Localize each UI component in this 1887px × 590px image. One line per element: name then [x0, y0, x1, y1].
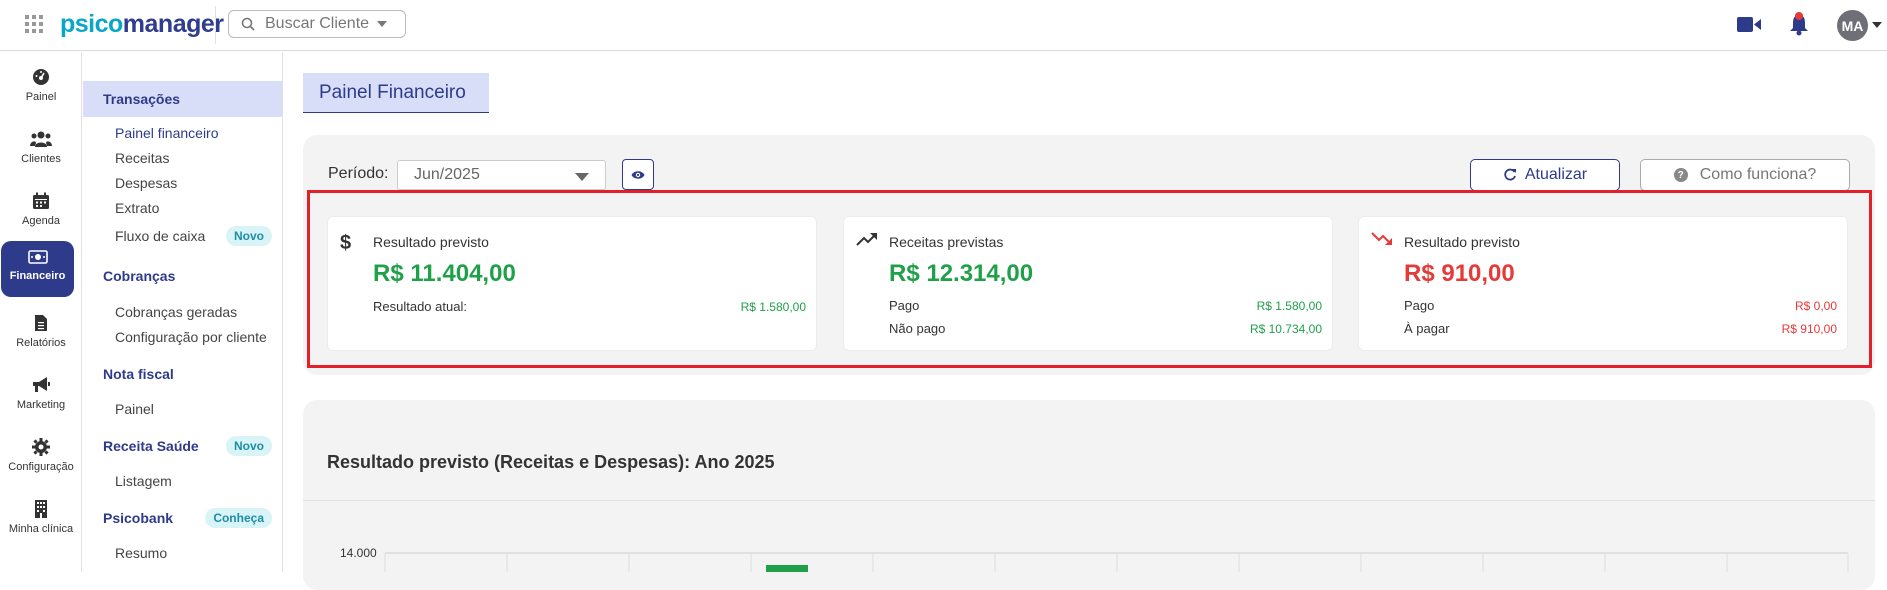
card-resultado-previsto-despesas: Resultado previsto R$ 910,00 Pago R$ 0,0… [1358, 216, 1848, 351]
card-resultado-previsto: $ Resultado previsto R$ 11.404,00 Result… [327, 216, 817, 351]
gear-icon [32, 438, 50, 456]
users-icon [30, 131, 52, 147]
conheca-badge: Conheça [205, 508, 272, 528]
money-icon [27, 250, 48, 264]
como-funciona-button[interactable]: ? Como funciona? [1640, 159, 1850, 191]
card-row-label: Resultado atual: [373, 299, 467, 314]
nav-agenda[interactable]: Agenda [0, 184, 82, 240]
novo-badge: Novo [226, 226, 272, 246]
financeiro-submenu: Transações Painel financeiro Receitas De… [83, 52, 283, 572]
chart-divider [303, 500, 1875, 501]
file-icon [35, 315, 47, 331]
refresh-icon [1504, 168, 1516, 181]
submenu-item-painel-financeiro[interactable]: Painel financeiro [115, 125, 219, 141]
user-avatar[interactable]: MA [1837, 10, 1868, 41]
card-row-label: À pagar [1404, 321, 1450, 336]
card-receitas-previstas: Receitas previstas R$ 12.314,00 Pago R$ … [843, 216, 1333, 351]
card-value: R$ 910,00 [1404, 260, 1515, 287]
video-camera-icon[interactable] [1737, 16, 1761, 33]
card-value: R$ 12.314,00 [889, 260, 1034, 287]
calendar-icon [33, 192, 49, 209]
card-title: Receitas previstas [889, 234, 1004, 250]
megaphone-icon [33, 377, 50, 392]
page-title: Painel Financeiro [303, 73, 489, 113]
submenu-item-cobrancas-geradas[interactable]: Cobranças geradas [115, 304, 237, 320]
card-row-value: R$ 1.580,00 [740, 300, 806, 314]
notification-bell-icon[interactable] [1788, 12, 1810, 36]
submenu-item-despesas[interactable]: Despesas [115, 175, 177, 191]
toggle-visibility-button[interactable] [622, 159, 654, 190]
atualizar-button[interactable]: Atualizar [1470, 159, 1620, 191]
search-icon [241, 17, 255, 31]
card-row-value: R$ 0,00 [1794, 299, 1837, 313]
search-placeholder: Buscar Cliente [265, 15, 370, 32]
card-row-value: R$ 1.580,00 [1256, 299, 1322, 313]
dashboard-icon [33, 69, 49, 85]
submenu-section-transacoes[interactable]: Transações [83, 81, 282, 117]
submenu-item-extrato[interactable]: Extrato [115, 200, 159, 216]
card-title: Resultado previsto [1404, 234, 1520, 250]
card-row-value: R$ 910,00 [1781, 322, 1837, 336]
apps-grid-icon[interactable] [25, 15, 43, 33]
logo-divider [215, 6, 216, 44]
trending-down-icon [1371, 232, 1392, 245]
submenu-item-resumo[interactable]: Resumo [115, 545, 167, 561]
submenu-item-fluxo-de-caixa[interactable]: Fluxo de caixa [115, 228, 205, 244]
chart-bar-top [766, 565, 808, 572]
nav-configuracao[interactable]: Configuração [0, 430, 82, 486]
search-client-dropdown[interactable]: Buscar Cliente [228, 10, 406, 38]
nav-financeiro[interactable]: Financeiro [1, 241, 74, 297]
grid-columns [384, 553, 1849, 572]
card-title: Resultado previsto [373, 234, 489, 250]
main-nav-rail: Painel Clientes Agenda Financeiro Relató… [0, 52, 82, 572]
submenu-item-config-por-cliente[interactable]: Configuração por cliente [115, 329, 267, 345]
card-value: R$ 11.404,00 [373, 260, 516, 287]
svg-text:$: $ [340, 232, 351, 253]
nav-relatorios[interactable]: Relatórios [0, 306, 82, 362]
chart-grid [384, 552, 1849, 572]
submenu-section-cobrancas[interactable]: Cobranças [83, 268, 282, 284]
building-icon [35, 500, 47, 518]
chevron-down-icon [377, 21, 388, 27]
periodo-select[interactable]: Jun/2025 [397, 160, 606, 190]
chevron-down-icon [575, 173, 589, 181]
avatar-chevron-down-icon[interactable] [1872, 22, 1882, 28]
submenu-item-listagem[interactable]: Listagem [115, 473, 172, 489]
card-row-label: Não pago [889, 321, 946, 336]
periodo-label: Período: [328, 165, 389, 182]
question-icon: ? [1673, 168, 1688, 182]
chart-title: Resultado previsto (Receitas e Despesas)… [327, 452, 775, 472]
submenu-item-receitas[interactable]: Receitas [115, 150, 169, 166]
card-row-value: R$ 10.734,00 [1249, 322, 1322, 336]
card-row-label: Pago [1404, 298, 1435, 313]
nav-marketing[interactable]: Marketing [0, 368, 82, 424]
trending-up-icon [856, 233, 877, 246]
eye-icon [631, 170, 645, 179]
periodo-value: Jun/2025 [414, 166, 480, 183]
nav-minha-clinica[interactable]: Minha clínica [0, 492, 82, 548]
submenu-section-nota-fiscal[interactable]: Nota fiscal [83, 366, 282, 382]
nav-painel[interactable]: Painel [0, 60, 82, 116]
top-bar: psicomanager Buscar Cliente MA [0, 0, 1887, 51]
nav-clientes[interactable]: Clientes [0, 122, 82, 178]
novo-badge-2: Novo [226, 436, 272, 456]
card-row-label: Pago [889, 298, 920, 313]
dollar-icon: $ [340, 232, 351, 253]
submenu-item-nf-painel[interactable]: Painel [115, 401, 154, 417]
logo[interactable]: psicomanager [60, 10, 224, 39]
